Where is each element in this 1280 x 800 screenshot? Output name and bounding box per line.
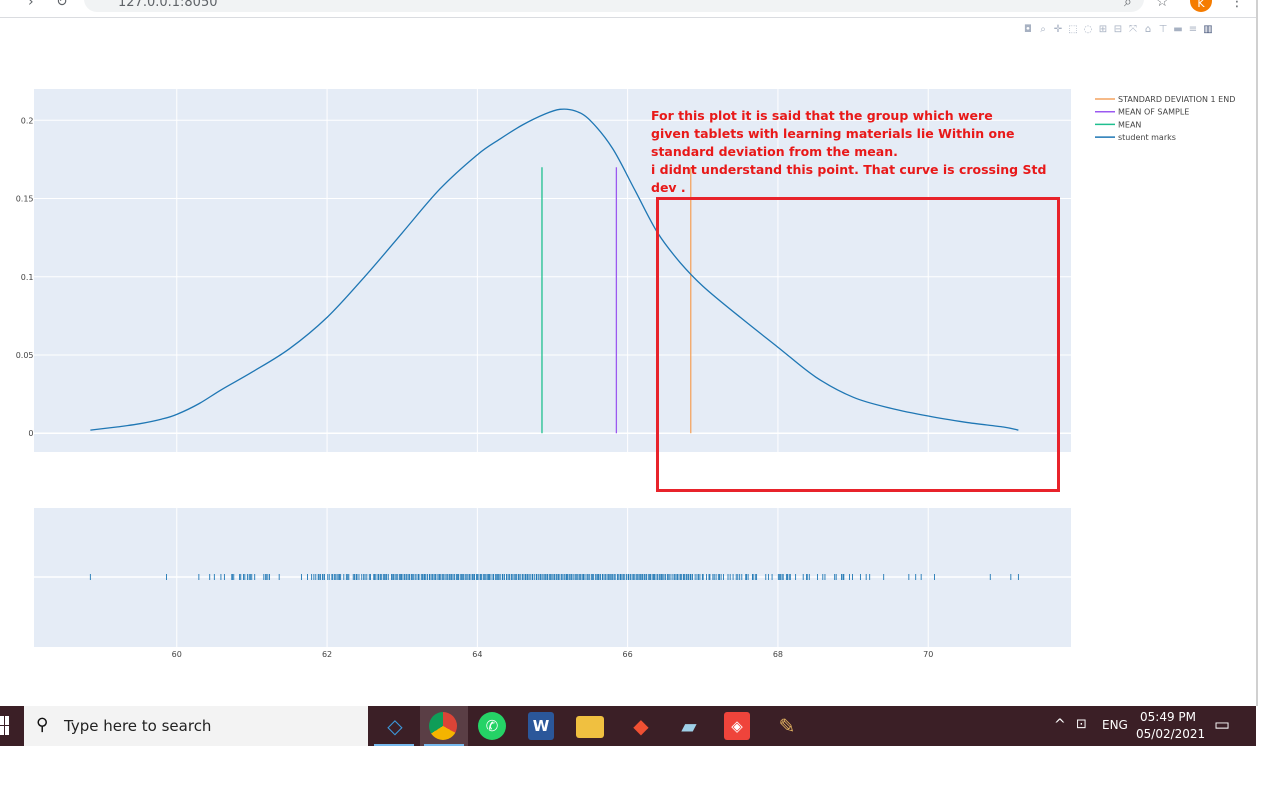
x-tick-label: 60: [172, 650, 182, 659]
windows-start-icon[interactable]: [0, 716, 10, 736]
x-tick-label: 62: [322, 650, 332, 659]
clock[interactable]: 05:49 PM 05/02/2021: [1136, 709, 1206, 743]
annotation-line: For this plot it is said that the group …: [651, 108, 993, 123]
tray-chevron-icon[interactable]: ^: [1054, 717, 1066, 757]
chrome-icon[interactable]: [429, 712, 457, 740]
word-icon[interactable]: W: [528, 712, 554, 740]
annotation-line: given tablets with learning materials li…: [651, 126, 1015, 141]
y-tick-label: 0: [28, 429, 33, 438]
distplot-figure[interactable]: 0 0.05 0.1 0.15 0.2 60 62 64 66 68 70 STANDARD DE…: [0, 0, 1256, 700]
legend-item-label: MEAN: [1118, 120, 1141, 129]
legend[interactable]: STANDARD DEVIATION 1 END MEAN OF SAMPLE ME…: [1095, 95, 1235, 142]
x-tick-labels: 60 62 64 66 68 70: [172, 650, 934, 659]
annotation-line: standard deviation from the mean.: [651, 144, 898, 159]
clock-date: 05/02/2021: [1136, 727, 1206, 741]
legend-item-label: MEAN OF SAMPLE: [1118, 108, 1189, 117]
x-tick-label: 66: [623, 650, 633, 659]
x-tick-label: 70: [923, 650, 933, 659]
git-icon[interactable]: ◆: [626, 712, 656, 740]
anydesk-icon[interactable]: ◈: [724, 712, 750, 740]
language-indicator[interactable]: ENG: [1102, 718, 1128, 758]
taskbar-search[interactable]: ⚲ Type here to search: [24, 706, 368, 746]
x-tick-label: 64: [472, 650, 482, 659]
y-tick-label: 0.15: [16, 195, 34, 204]
vscode-icon[interactable]: ◇: [380, 712, 410, 740]
annotation-line: i didnt understand this point. That curv…: [651, 162, 1047, 177]
file-explorer-icon[interactable]: [576, 716, 604, 738]
x-tick-label: 68: [773, 650, 783, 659]
whatsapp-icon[interactable]: ✆: [478, 712, 506, 740]
network-icon[interactable]: ⊡: [1076, 717, 1087, 757]
highlight-box: [656, 197, 1060, 492]
notification-icon[interactable]: ▭: [1214, 715, 1230, 755]
legend-item-label: STANDARD DEVIATION 1 END: [1118, 95, 1235, 104]
search-icon: ⚲: [36, 715, 49, 735]
notepad-icon[interactable]: ▰: [674, 712, 704, 740]
paint-icon[interactable]: ✎: [772, 712, 802, 740]
annotation-line: dev .: [651, 180, 686, 195]
window-edge: [1256, 0, 1258, 706]
y-tick-label: 0.2: [21, 116, 34, 125]
search-placeholder[interactable]: Type here to search: [64, 717, 211, 735]
taskbar: ⚲ Type here to search ◇ ✆ W ◆ ▰ ◈ ✎ ^ ⊡ …: [0, 706, 1256, 746]
legend-item-label: student marks: [1118, 133, 1176, 142]
y-tick-label: 0.1: [21, 273, 34, 282]
y-tick-labels: 0 0.05 0.1 0.15 0.2: [16, 116, 34, 438]
clock-time: 05:49 PM: [1140, 710, 1196, 724]
y-tick-label: 0.05: [16, 351, 34, 360]
annotation-note: For this plot it is said that the group …: [651, 107, 1047, 197]
